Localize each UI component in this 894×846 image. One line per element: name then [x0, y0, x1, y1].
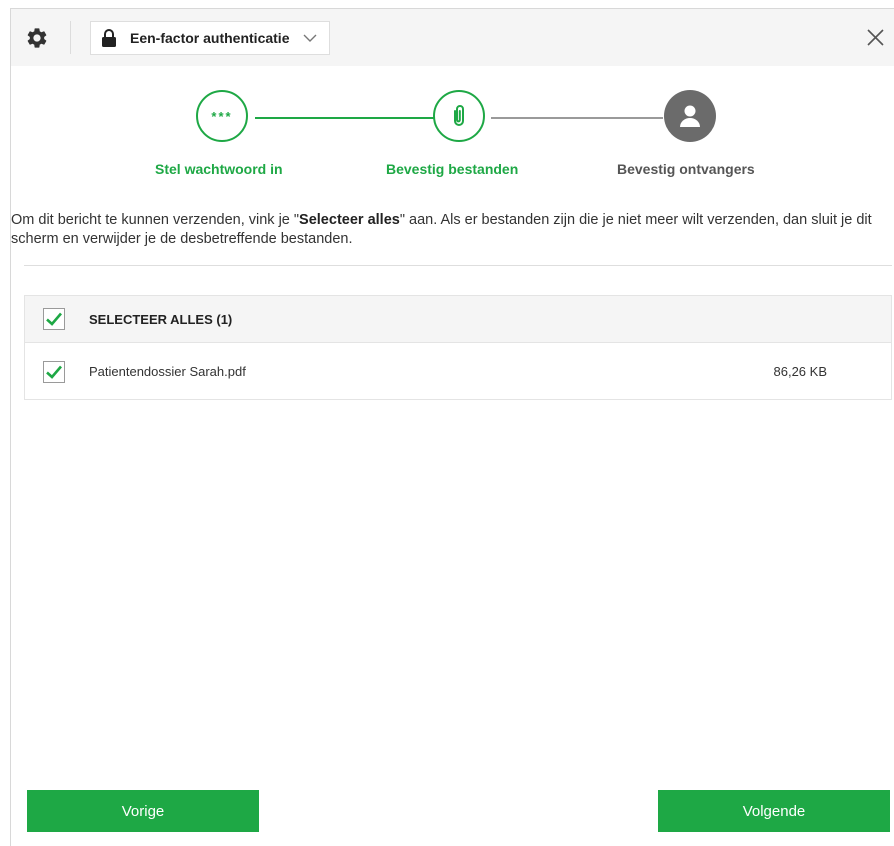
toolbar-divider	[70, 21, 71, 54]
dialog-window: Een-factor authenticatie *** Stel wachtw	[10, 8, 894, 846]
next-button[interactable]: Volgende	[658, 790, 890, 832]
file-list: SELECTEER ALLES (1) Patientendossier Sar…	[24, 295, 892, 400]
gear-icon[interactable]	[25, 26, 49, 50]
step-confirm-recipients	[664, 90, 716, 142]
select-all-checkbox[interactable]	[43, 308, 65, 330]
step-password: ***	[196, 90, 248, 142]
step-label-confirm-recipients: Bevestig ontvangers	[617, 161, 755, 177]
checkmark-icon	[46, 365, 62, 379]
step-label-password: Stel wachtwoord in	[155, 161, 283, 177]
instruction-highlight: Selecteer alles	[299, 212, 400, 228]
paperclip-icon	[454, 105, 464, 126]
step-connector-pending	[491, 117, 663, 119]
authentication-mode-label: Een-factor authenticatie	[130, 30, 290, 46]
top-bar: Een-factor authenticatie	[11, 9, 894, 66]
progress-stepper: *** Stel wachtwoord in Bevestig bestande…	[11, 66, 894, 186]
select-all-label: SELECTEER ALLES (1)	[89, 311, 233, 327]
close-icon[interactable]	[867, 29, 884, 46]
file-checkbox[interactable]	[43, 360, 65, 383]
file-name: Patientendossier Sarah.pdf	[89, 364, 246, 379]
previous-button[interactable]: Vorige	[27, 790, 259, 832]
step-connector-completed	[255, 117, 434, 119]
person-icon	[680, 105, 700, 127]
checkmark-icon	[46, 312, 62, 326]
select-all-row: SELECTEER ALLES (1)	[25, 296, 891, 343]
instruction-text: Om dit bericht te kunnen verzenden, vink…	[11, 212, 872, 247]
section-divider	[24, 265, 892, 266]
file-row: Patientendossier Sarah.pdf 86,26 KB	[25, 343, 891, 400]
step-confirm-files	[433, 90, 485, 142]
chevron-down-icon	[303, 34, 317, 42]
step-label-confirm-files: Bevestig bestanden	[386, 161, 519, 177]
file-size: 86,26 KB	[773, 364, 828, 379]
password-dots-icon: ***	[211, 108, 233, 124]
lock-icon	[102, 29, 116, 47]
authentication-mode-dropdown[interactable]: Een-factor authenticatie	[90, 21, 330, 55]
